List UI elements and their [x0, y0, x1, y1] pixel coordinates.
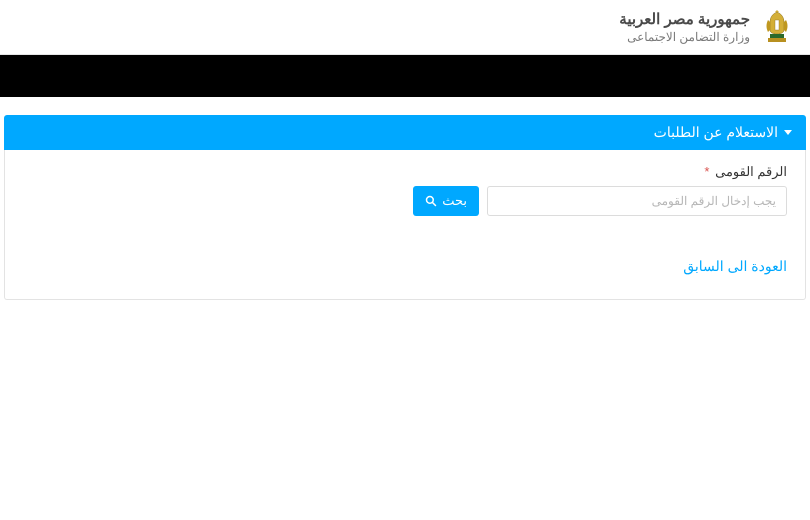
back-link[interactable]: العودة الى السابق [23, 258, 787, 275]
panel-body: الرقم القومى * بحث العودة الى السابق [4, 150, 806, 300]
header-title: جمهورية مصر العربية [619, 10, 750, 28]
national-id-input[interactable] [487, 186, 787, 216]
header-subtitle: وزارة التضامن الاجتماعى [619, 30, 750, 44]
page-header: جمهورية مصر العربية وزارة التضامن الاجتم… [0, 0, 810, 55]
panel-toggle-inquiry[interactable]: الاستعلام عن الطلبات [4, 115, 806, 150]
nav-bar [0, 55, 810, 97]
national-id-label: الرقم القومى * [23, 164, 787, 180]
search-icon [425, 195, 437, 207]
chevron-down-icon [784, 130, 792, 135]
search-button[interactable]: بحث [413, 186, 479, 216]
search-button-label: بحث [442, 193, 467, 209]
panel-title: الاستعلام عن الطلبات [654, 124, 778, 141]
required-mark: * [704, 164, 709, 179]
egypt-emblem-icon [762, 8, 792, 46]
